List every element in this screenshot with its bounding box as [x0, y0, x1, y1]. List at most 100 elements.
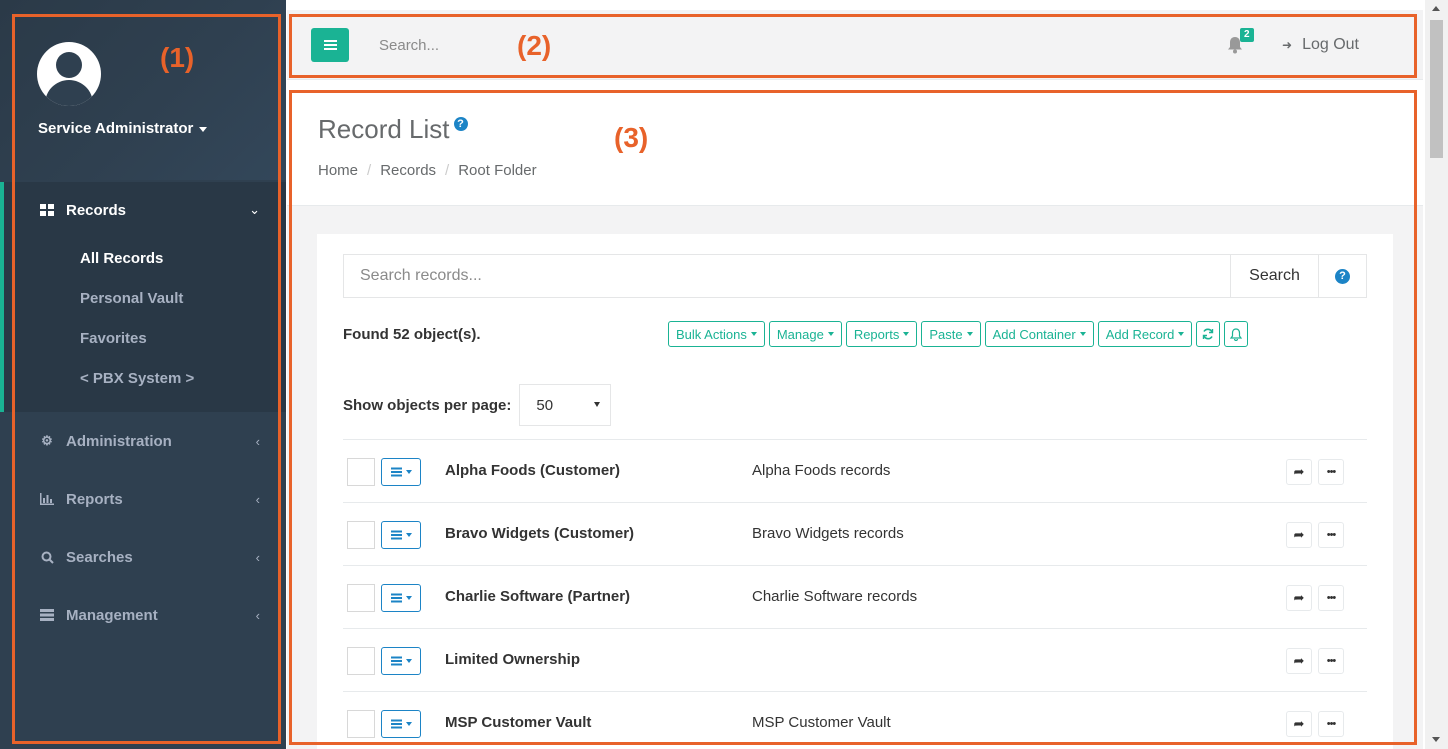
record-description: Bravo Widgets records — [752, 525, 904, 542]
add-record-button[interactable]: Add Record — [1097, 321, 1193, 347]
table-row: Bravo Widgets (Customer) Bravo Widgets r… — [343, 503, 1367, 566]
sidebar: Service Administrator Records ⌄ All Reco… — [0, 0, 286, 749]
button-label: Reports — [853, 326, 900, 342]
records-search-button[interactable]: Search — [1230, 255, 1318, 297]
record-description: MSP Customer Vault — [752, 714, 891, 731]
bar-chart-icon — [38, 493, 56, 505]
more-button[interactable]: ••• — [1318, 585, 1344, 611]
per-page-select[interactable]: 50 — [519, 384, 612, 426]
sidebar-section-records: Records ⌄ All Records Personal Vault Fav… — [0, 182, 286, 412]
sidebar-item-administration[interactable]: ⚙ Administration ‹ — [0, 412, 286, 470]
ellipsis-icon: ••• — [1326, 529, 1337, 541]
search-icon — [38, 551, 56, 564]
paste-button[interactable]: Paste — [921, 321, 981, 347]
button-label: Add Container — [992, 326, 1076, 342]
row-checkbox[interactable] — [347, 710, 375, 738]
profile-menu[interactable]: Service Administrator — [38, 120, 208, 137]
sidebar-subitem-all-records[interactable]: All Records — [4, 238, 286, 278]
sidebar-item-records[interactable]: Records ⌄ — [4, 182, 286, 238]
scroll-up-arrow-icon[interactable] — [1432, 6, 1440, 11]
record-name[interactable]: Alpha Foods (Customer) — [445, 462, 620, 479]
sidebar-item-searches[interactable]: Searches ‹ — [0, 528, 286, 586]
ellipsis-icon: ••• — [1326, 655, 1337, 667]
breadcrumb-home[interactable]: Home — [318, 162, 358, 179]
sidebar-item-management[interactable]: Management ‹ — [0, 586, 286, 644]
breadcrumb-separator: / — [445, 162, 450, 179]
sidebar-subitem-pbx-system[interactable]: < PBX System > — [4, 358, 286, 398]
records-search-help-button[interactable]: ? — [1318, 255, 1366, 297]
scroll-thumb[interactable] — [1430, 20, 1443, 158]
record-name[interactable]: Charlie Software (Partner) — [445, 588, 630, 605]
share-button[interactable]: ➦ — [1286, 522, 1312, 548]
avatar[interactable] — [37, 42, 101, 106]
row-checkbox[interactable] — [347, 584, 375, 612]
ellipsis-icon: ••• — [1326, 466, 1337, 478]
record-name[interactable]: MSP Customer Vault — [445, 714, 591, 731]
menu-toggle-button[interactable] — [311, 28, 349, 62]
sidebar-item-label: Management — [66, 606, 158, 624]
share-button[interactable]: ➦ — [1286, 648, 1312, 674]
row-checkbox[interactable] — [347, 647, 375, 675]
share-icon: ➦ — [1293, 653, 1305, 668]
caret-down-icon — [1079, 332, 1086, 336]
question-circle-icon[interactable]: ? — [453, 117, 468, 131]
more-button[interactable]: ••• — [1318, 711, 1344, 737]
breadcrumb-records[interactable]: Records — [380, 162, 436, 179]
record-description: Alpha Foods records — [752, 462, 891, 479]
share-button[interactable]: ➦ — [1286, 459, 1312, 485]
records-search-input[interactable] — [344, 255, 1230, 297]
share-button[interactable]: ➦ — [1286, 585, 1312, 611]
avatar-body — [45, 80, 93, 106]
annotation-label-topbar: (2) — [517, 30, 552, 61]
scroll-down-arrow-icon[interactable] — [1432, 737, 1440, 742]
bulk-actions-button[interactable]: Bulk Actions — [668, 321, 765, 347]
record-name[interactable]: Bravo Widgets (Customer) — [445, 525, 634, 542]
record-description: Charlie Software records — [752, 588, 918, 605]
records-search-group: Search ? — [343, 254, 1367, 298]
page-scrollbar[interactable] — [1425, 0, 1448, 749]
share-icon: ➦ — [1293, 527, 1305, 542]
sidebar-subitem-favorites[interactable]: Favorites — [4, 318, 286, 358]
caret-down-icon — [966, 332, 973, 336]
more-button[interactable]: ••• — [1318, 459, 1344, 485]
sidebar-subitem-personal-vault[interactable]: Personal Vault — [4, 278, 286, 318]
more-button[interactable]: ••• — [1318, 522, 1344, 548]
add-container-button[interactable]: Add Container — [984, 321, 1094, 347]
main-content: Record List? Home / Records / Root Folder Se… — [287, 90, 1423, 749]
per-page-value: 50 — [536, 396, 554, 414]
caret-down-icon — [827, 332, 834, 336]
share-button[interactable]: ➦ — [1286, 711, 1312, 737]
action-toolbar: Bulk Actions Manage Reports Paste Add Co… — [668, 321, 1249, 347]
page-title-text: Record List — [318, 114, 450, 144]
per-page-label: Show objects per page: — [343, 396, 512, 414]
row-menu-button[interactable] — [381, 647, 421, 675]
refresh-button[interactable] — [1196, 321, 1221, 347]
caret-down-icon — [405, 722, 412, 726]
logout-link[interactable]: ➜ Log Out — [1282, 36, 1359, 54]
row-checkbox[interactable] — [347, 458, 375, 486]
row-checkbox[interactable] — [347, 521, 375, 549]
notify-button[interactable] — [1224, 321, 1249, 347]
manage-button[interactable]: Manage — [768, 321, 842, 347]
row-menu-button[interactable] — [381, 458, 421, 486]
caret-down-icon — [594, 402, 601, 407]
more-button[interactable]: ••• — [1318, 648, 1344, 674]
chevron-left-icon: ‹ — [255, 607, 260, 623]
annotation-label-main: (3) — [614, 122, 649, 153]
sidebar-item-label: Searches — [66, 548, 133, 566]
reports-button[interactable]: Reports — [845, 321, 918, 347]
caret-down-icon — [1178, 332, 1185, 336]
breadcrumb-root-folder: Root Folder — [458, 162, 537, 179]
caret-down-icon — [405, 596, 412, 600]
list-icon — [390, 723, 402, 725]
profile-name: Service Administrator — [38, 120, 194, 137]
row-menu-button[interactable] — [381, 710, 421, 738]
row-menu-button[interactable] — [381, 521, 421, 549]
refresh-icon — [1203, 328, 1214, 340]
record-name[interactable]: Limited Ownership — [445, 651, 580, 668]
button-label: Add Record — [1105, 326, 1175, 342]
sidebar-item-reports[interactable]: Reports ‹ — [0, 470, 286, 528]
row-menu-button[interactable] — [381, 584, 421, 612]
sign-out-icon: ➜ — [1282, 38, 1293, 52]
ellipsis-icon: ••• — [1326, 718, 1337, 730]
